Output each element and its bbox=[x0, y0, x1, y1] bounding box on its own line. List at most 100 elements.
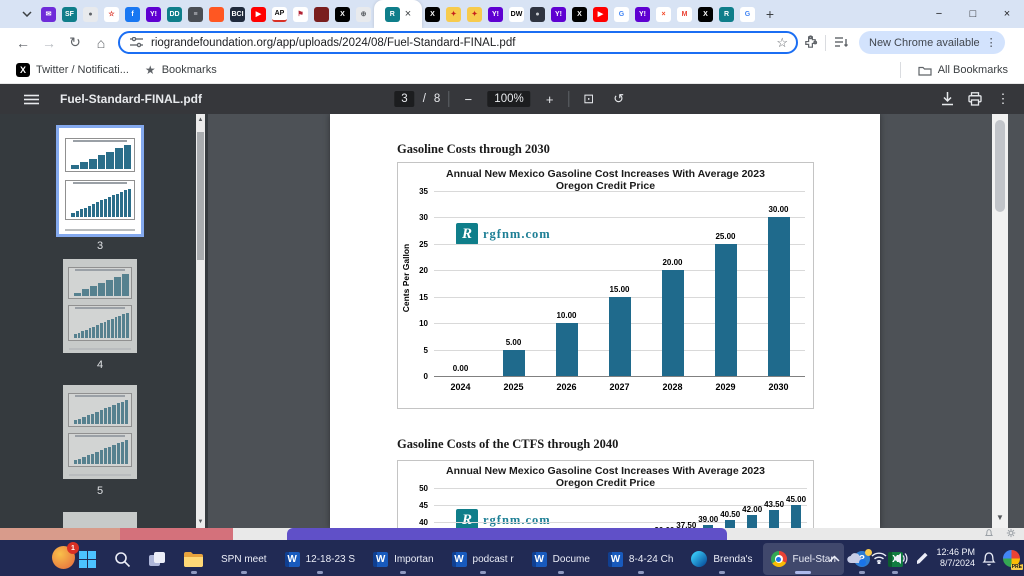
page-thumbnail-4[interactable] bbox=[63, 259, 137, 353]
browser-tab[interactable]: Y! bbox=[143, 0, 164, 28]
page-number-input[interactable]: 3 bbox=[394, 91, 414, 107]
browser-tab[interactable] bbox=[206, 0, 227, 28]
browser-tab[interactable]: G bbox=[737, 0, 758, 28]
system-tray: 12:46 PM 8/7/2024 PRE bbox=[829, 540, 1020, 576]
print-icon[interactable] bbox=[964, 88, 986, 110]
url-text[interactable]: riograndefoundation.org/app/uploads/2024… bbox=[151, 37, 769, 49]
browser-tab[interactable]: ☆ bbox=[101, 0, 122, 28]
home-button[interactable]: ⌂ bbox=[88, 30, 114, 56]
scroll-down-icon[interactable]: ▼ bbox=[992, 513, 1008, 522]
search-button[interactable] bbox=[106, 543, 139, 575]
forward-button[interactable]: → bbox=[36, 30, 62, 56]
close-button[interactable]: × bbox=[990, 0, 1024, 28]
pdf-menu-hamburger-icon[interactable] bbox=[16, 94, 46, 105]
volume-icon[interactable] bbox=[894, 552, 909, 565]
maximize-button[interactable]: □ bbox=[956, 0, 990, 28]
onedrive-cloud-icon[interactable] bbox=[847, 552, 864, 564]
taskbar-app-podcast-r[interactable]: Wpodcast r bbox=[444, 543, 522, 575]
browser-tab[interactable]: ▶ bbox=[248, 0, 269, 28]
active-tab[interactable]: R × bbox=[374, 0, 422, 28]
zoom-out-button[interactable]: − bbox=[457, 88, 479, 110]
browser-tab[interactable]: Y! bbox=[548, 0, 569, 28]
browser-tab[interactable]: ✦ bbox=[443, 0, 464, 28]
download-icon[interactable] bbox=[936, 88, 958, 110]
file-explorer-button[interactable] bbox=[176, 543, 211, 575]
browser-tab[interactable]: M bbox=[674, 0, 695, 28]
browser-tab[interactable]: ▶ bbox=[590, 0, 611, 28]
zoom-in-button[interactable]: + bbox=[539, 88, 561, 110]
browser-tab[interactable] bbox=[311, 0, 332, 28]
active-tab-favicon: R bbox=[385, 7, 400, 22]
browser-tab[interactable]: SF bbox=[59, 0, 80, 28]
new-tab-button[interactable]: + bbox=[758, 2, 782, 26]
start-button[interactable] bbox=[71, 543, 104, 575]
browser-tab[interactable]: X bbox=[332, 0, 353, 28]
minimize-button[interactable]: − bbox=[922, 0, 956, 28]
pdf-more-icon[interactable]: ⋮ bbox=[992, 88, 1014, 110]
tray-chevron-icon[interactable] bbox=[829, 555, 840, 562]
browser-tab[interactable]: ⊕ bbox=[353, 0, 374, 28]
browser-tab[interactable]: ✦ bbox=[464, 0, 485, 28]
back-button[interactable]: ← bbox=[10, 30, 36, 56]
browser-tab[interactable]: DW bbox=[506, 0, 527, 28]
browser-tab[interactable]: f bbox=[122, 0, 143, 28]
taskbar-app-docume[interactable]: WDocume bbox=[524, 543, 598, 575]
bookmark-item-bookmarks[interactable]: ★ Bookmarks bbox=[139, 60, 223, 80]
chrome-update-pill[interactable]: New Chrome available ⋮ bbox=[859, 31, 1005, 54]
browser-tab[interactable]: Y! bbox=[485, 0, 506, 28]
taskbar-app-label: 8-4-24 Ch bbox=[629, 554, 673, 565]
browser-tab[interactable]: R bbox=[716, 0, 737, 28]
scrollbar-thumb[interactable] bbox=[197, 132, 204, 260]
taskbar-app-12-18-23-s[interactable]: W12-18-23 S bbox=[277, 543, 363, 575]
rotate-icon[interactable]: ↺ bbox=[608, 88, 630, 110]
browser-tab[interactable]: X bbox=[569, 0, 590, 28]
browser-tab[interactable]: DD bbox=[164, 0, 185, 28]
page-thumbnail-5[interactable] bbox=[63, 385, 137, 479]
thumbnail-scrollbar[interactable]: ▲ ▼ bbox=[196, 114, 205, 528]
task-view-button[interactable] bbox=[141, 543, 174, 575]
rgfnm-logo-icon: R bbox=[456, 509, 478, 528]
extensions-puzzle-icon[interactable] bbox=[798, 31, 822, 55]
browser-tab[interactable]: ✉ bbox=[38, 0, 59, 28]
browser-tab[interactable]: ⚑ bbox=[290, 0, 311, 28]
taskbar-app-8-4-24-ch[interactable]: W8-4-24 Ch bbox=[600, 543, 681, 575]
y-axis-tick: 45 bbox=[398, 501, 428, 510]
reading-list-icon[interactable] bbox=[829, 31, 853, 55]
colorful-app-icon[interactable]: PRE bbox=[1003, 550, 1020, 567]
browser-tab[interactable]: × bbox=[653, 0, 674, 28]
browser-tab[interactable]: BCI bbox=[227, 0, 248, 28]
browser-tab[interactable]: X bbox=[422, 0, 443, 28]
scrollbar-thumb[interactable] bbox=[995, 120, 1005, 212]
notifications-bell-icon[interactable] bbox=[982, 551, 996, 566]
all-bookmarks-button[interactable]: All Bookmarks bbox=[912, 60, 1014, 80]
browser-menu-icon[interactable]: ⋮ bbox=[982, 36, 1001, 49]
tray-clock[interactable]: 12:46 PM 8/7/2024 bbox=[936, 547, 975, 569]
site-settings-tune-icon[interactable] bbox=[128, 31, 144, 55]
fit-page-icon[interactable]: ⊡ bbox=[578, 88, 600, 110]
zoom-level[interactable]: 100% bbox=[487, 91, 530, 107]
taskbar-app-brenda-s[interactable]: Brenda's bbox=[683, 543, 760, 575]
taskbar-app-spn-meet[interactable]: SPN meet bbox=[213, 543, 275, 575]
bookmark-star-icon[interactable]: ☆ bbox=[776, 35, 788, 51]
browser-tab[interactable]: ≡ bbox=[185, 0, 206, 28]
page-thumbnail[interactable] bbox=[63, 512, 137, 528]
browser-tab[interactable]: G bbox=[611, 0, 632, 28]
pdf-scrollbar[interactable]: ▼ bbox=[992, 114, 1008, 528]
browser-tab[interactable]: AP bbox=[269, 0, 290, 28]
taskbar-app-importan[interactable]: WImportan bbox=[365, 543, 441, 575]
tab-close-icon[interactable]: × bbox=[405, 9, 411, 20]
scroll-up-icon[interactable]: ▲ bbox=[196, 117, 205, 123]
browser-toolbar: ← → ↻ ⌂ riograndefoundation.org/app/uplo… bbox=[0, 28, 1024, 57]
wifi-icon[interactable] bbox=[871, 552, 887, 564]
reload-button[interactable]: ↻ bbox=[62, 30, 88, 56]
page-thumbnail-3[interactable] bbox=[59, 128, 141, 234]
pen-icon[interactable] bbox=[916, 552, 929, 565]
browser-tab[interactable]: X bbox=[695, 0, 716, 28]
bookmark-item-twitter[interactable]: X Twitter / Notificati... bbox=[10, 60, 135, 80]
browser-tab[interactable]: Y! bbox=[632, 0, 653, 28]
scroll-down-icon[interactable]: ▼ bbox=[196, 519, 205, 525]
browser-tab[interactable]: ● bbox=[80, 0, 101, 28]
omnibox[interactable]: riograndefoundation.org/app/uploads/2024… bbox=[118, 31, 798, 54]
tab-search-chevron-icon[interactable] bbox=[16, 3, 38, 25]
browser-tab[interactable]: ● bbox=[527, 0, 548, 28]
